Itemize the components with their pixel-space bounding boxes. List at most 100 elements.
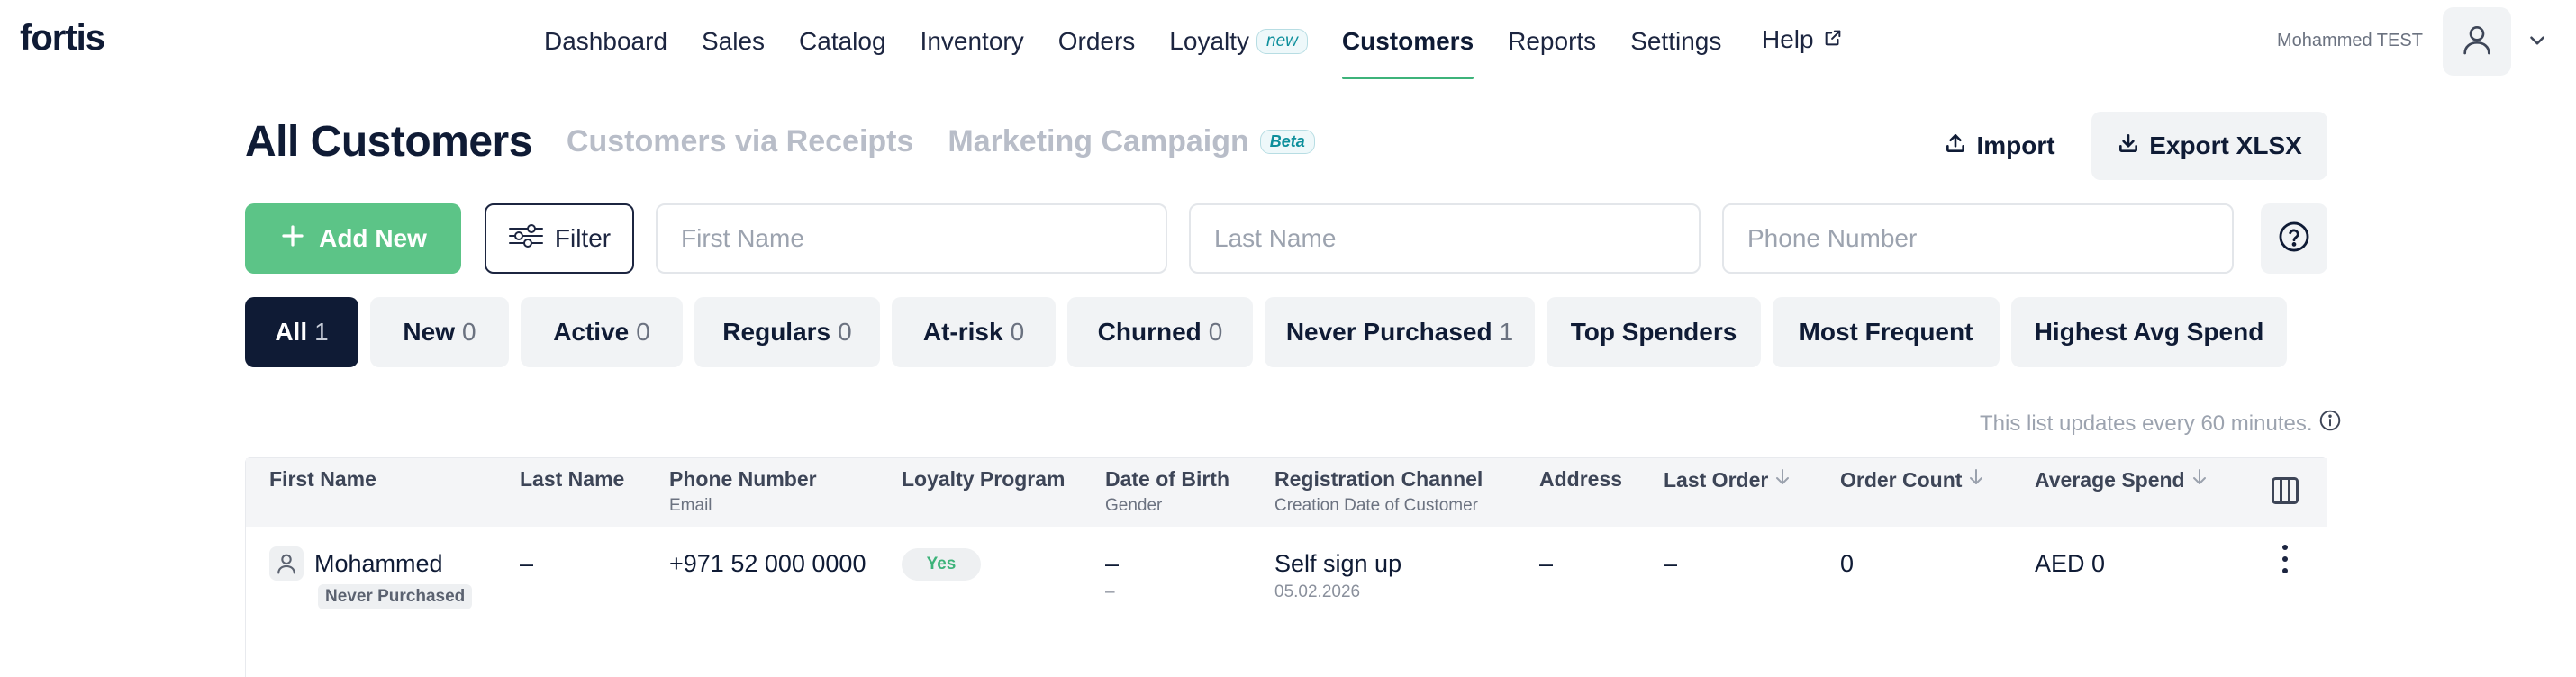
beta-badge: Beta (1259, 129, 1315, 154)
update-note: This list updates every 60 minutes. (1980, 409, 2342, 438)
col-average-spend-label: Average Spend (2035, 467, 2185, 492)
nav-item-catalog[interactable]: Catalog (799, 0, 886, 83)
chip-label: Churned (1097, 318, 1202, 346)
top-navigation: fortis Dashboard Sales Catalog Inventory… (0, 0, 2576, 83)
nav-item-customers[interactable]: Customers (1341, 0, 1474, 83)
col-phone-number: Phone Number (669, 467, 817, 491)
export-xlsx-button[interactable]: Export XLSX (2091, 112, 2327, 180)
fortis-logo[interactable]: fortis (20, 18, 105, 59)
nav-item-inventory[interactable]: Inventory (921, 0, 1024, 83)
tab-marketing-campaign-label: Marketing Campaign (948, 123, 1249, 158)
sort-arrow-icon (1773, 467, 1791, 492)
chip-label: Regulars (722, 318, 831, 346)
info-icon[interactable] (2318, 409, 2342, 438)
chip-top-spenders[interactable]: Top Spenders (1547, 297, 1761, 367)
chip-count: 1 (314, 318, 329, 346)
tab-marketing-campaign[interactable]: Marketing Campaign (948, 124, 1248, 159)
segment-filter-chips: All 1 New 0 Active 0 Regulars 0 At-risk 0 Chu… (245, 297, 2287, 367)
col-order-count[interactable]: Order Count (1840, 467, 1985, 492)
cell-address: – (1539, 550, 1554, 577)
chip-active[interactable]: Active 0 (521, 297, 683, 367)
col-creation-date: Creation Date of Customer (1274, 496, 1478, 515)
import-button[interactable]: Import (1909, 112, 2090, 180)
nav-item-reports[interactable]: Reports (1508, 0, 1596, 83)
cell-last-order: – (1664, 550, 1678, 577)
nav-item-dashboard[interactable]: Dashboard (544, 0, 667, 83)
chip-churned[interactable]: Churned 0 (1067, 297, 1253, 367)
update-note-text: This list updates every 60 minutes. (1980, 411, 2313, 436)
sliders-icon (508, 222, 544, 256)
import-label: Import (1976, 131, 2055, 159)
nav-item-sales[interactable]: Sales (702, 0, 765, 83)
customer-view-tabs: All Customers Customers via Receipts Mar… (245, 110, 1315, 173)
table-row[interactable]: Mohammed Never Purchased – +971 52 000 0… (246, 527, 2327, 677)
sort-arrow-icon (1967, 467, 1985, 492)
cell-date-of-birth: – (1105, 550, 1120, 577)
tab-customers-via-receipts[interactable]: Customers via Receipts (567, 124, 914, 159)
col-last-order-label: Last Order (1664, 467, 1769, 492)
chip-count: 0 (462, 318, 476, 346)
tab-all-customers[interactable]: All Customers (245, 117, 532, 167)
sort-arrow-icon (2191, 467, 2209, 492)
last-name-input[interactable] (1189, 203, 1701, 274)
chip-count: 1 (1499, 318, 1514, 346)
never-purchased-tag: Never Purchased (318, 584, 473, 609)
cell-registration-channel: Self sign up (1274, 550, 1402, 577)
col-date-of-birth: Date of Birth (1105, 467, 1229, 491)
cell-phone-number: +971 52 000 0000 (669, 550, 866, 577)
cell-order-count: 0 (1840, 550, 1855, 577)
nav-item-settings[interactable]: Settings (1630, 0, 1721, 83)
filter-label: Filter (554, 224, 612, 252)
chip-label: Active (553, 318, 630, 346)
user-icon (2459, 22, 2495, 62)
col-order-count-label: Order Count (1840, 467, 1963, 492)
help-button[interactable] (2261, 203, 2327, 274)
phone-number-input[interactable] (1722, 203, 2234, 274)
loyalty-status-badge: Yes (902, 548, 981, 581)
chip-label: Highest Avg Spend (2034, 318, 2264, 346)
upload-icon (1944, 131, 1967, 161)
chip-count: 0 (1208, 318, 1223, 346)
chip-label: Most Frequent (1799, 318, 1973, 346)
nav-item-loyalty-label: Loyalty (1169, 27, 1250, 55)
user-name: Mohammed TEST (2277, 31, 2423, 50)
nav-item-orders[interactable]: Orders (1058, 0, 1136, 83)
chip-at-risk[interactable]: At-risk 0 (892, 297, 1056, 367)
help-link[interactable]: Help (1762, 25, 1843, 54)
chip-most-frequent[interactable]: Most Frequent (1773, 297, 2000, 367)
chip-highest-avg-spend[interactable]: Highest Avg Spend (2011, 297, 2287, 367)
chevron-down-icon[interactable] (2526, 29, 2549, 57)
col-loyalty-program: Loyalty Program (902, 467, 1066, 491)
col-email: Email (669, 496, 712, 515)
chip-label: New (403, 318, 455, 346)
cell-first-name[interactable]: Mohammed (314, 550, 443, 578)
external-link-icon (1823, 25, 1843, 54)
chip-all[interactable]: All 1 (245, 297, 358, 367)
chip-label: Never Purchased (1285, 318, 1492, 346)
add-new-button[interactable]: Add New (245, 203, 461, 274)
chip-new[interactable]: New 0 (370, 297, 509, 367)
columns-icon[interactable] (2269, 474, 2301, 511)
user-avatar-button[interactable] (2443, 7, 2511, 76)
col-gender: Gender (1105, 496, 1163, 515)
chip-count: 0 (1010, 318, 1025, 346)
add-new-label: Add New (319, 224, 427, 252)
col-last-order[interactable]: Last Order (1664, 467, 1791, 492)
chip-label: At-risk (922, 318, 1003, 346)
new-badge: new (1256, 29, 1308, 54)
chip-never-purchased[interactable]: Never Purchased 1 (1265, 297, 1535, 367)
plus-icon (279, 222, 306, 256)
table-header: First Name Last Name Phone Number Email … (246, 458, 2327, 527)
customers-table: First Name Last Name Phone Number Email … (245, 457, 2327, 677)
chip-label: Top Spenders (1570, 318, 1737, 346)
filter-button[interactable]: Filter (485, 203, 634, 274)
row-actions-kebab-icon[interactable] (2276, 541, 2294, 577)
cell-average-spend: AED 0 (2035, 550, 2106, 577)
cell-creation-date: 05.02.2026 (1274, 582, 1361, 601)
cell-last-name: – (520, 550, 534, 577)
nav-item-loyalty[interactable]: Loyalty new (1169, 0, 1308, 83)
chip-regulars[interactable]: Regulars 0 (694, 297, 880, 367)
col-average-spend[interactable]: Average Spend (2035, 467, 2209, 492)
first-name-input[interactable] (656, 203, 1167, 274)
chip-count: 0 (838, 318, 852, 346)
